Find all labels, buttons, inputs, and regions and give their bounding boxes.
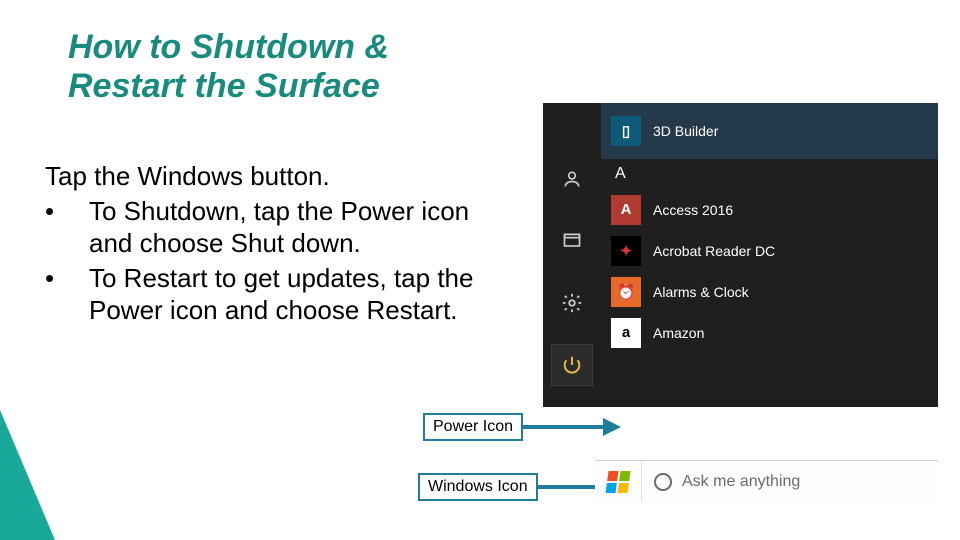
app-label: Alarms & Clock: [653, 284, 749, 300]
user-icon[interactable]: [552, 159, 592, 199]
start-menu-rail: [543, 103, 601, 407]
file-explorer-icon[interactable]: [552, 221, 592, 261]
callout-label: Windows Icon: [418, 473, 538, 501]
cortana-icon: [654, 473, 672, 491]
settings-icon[interactable]: [552, 283, 592, 323]
bullet-text: To Restart to get updates, tap the Power…: [89, 262, 495, 327]
app-label: Acrobat Reader DC: [653, 243, 775, 259]
lead-text: Tap the Windows button.: [45, 160, 495, 193]
app-list-item[interactable]: a Amazon: [611, 312, 928, 353]
app-label: Amazon: [653, 325, 704, 341]
app-tile-icon: ✦: [611, 236, 641, 266]
bullet-item: • To Restart to get updates, tap the Pow…: [45, 262, 495, 327]
slide-title: How to Shutdown & Restart the Surface: [68, 28, 508, 106]
app-label: Access 2016: [653, 202, 733, 218]
app-tile-icon: A: [611, 195, 641, 225]
callout-power-icon: Power Icon: [423, 413, 621, 441]
windows-logo-icon: [605, 471, 630, 493]
app-tile-icon: ▯: [611, 116, 641, 146]
power-icon[interactable]: [552, 345, 592, 385]
app-list-item[interactable]: ▯ 3D Builder: [601, 103, 938, 159]
windows-start-button[interactable]: [595, 461, 641, 503]
start-menu: ▯ 3D Builder A A Access 2016 ✦ Acrobat R…: [543, 103, 938, 407]
app-list-item[interactable]: A Access 2016: [611, 189, 928, 230]
bullet-item: • To Shutdown, tap the Power icon and ch…: [45, 195, 495, 260]
app-list-item[interactable]: ⏰ Alarms & Clock: [611, 271, 928, 312]
app-tile-icon: ⏰: [611, 277, 641, 307]
arrow-line: [523, 425, 603, 429]
start-menu-app-list: ▯ 3D Builder A A Access 2016 ✦ Acrobat R…: [601, 103, 938, 407]
search-placeholder: Ask me anything: [682, 473, 800, 491]
arrow-head-icon: [603, 418, 621, 436]
decorative-triangle: [0, 410, 55, 540]
slide-body: Tap the Windows button. • To Shutdown, t…: [45, 160, 495, 327]
app-tile-icon: a: [611, 318, 641, 348]
callout-label: Power Icon: [423, 413, 523, 441]
callout-windows-icon: Windows Icon: [418, 473, 619, 501]
app-label: 3D Builder: [653, 123, 718, 139]
cortana-search-input[interactable]: Ask me anything: [641, 461, 938, 502]
arrow-line: [538, 485, 601, 489]
app-list-item[interactable]: ✦ Acrobat Reader DC: [611, 230, 928, 271]
taskbar: Ask me anything: [595, 460, 938, 502]
bullet-text: To Shutdown, tap the Power icon and choo…: [89, 195, 495, 260]
section-letter[interactable]: A: [611, 163, 928, 189]
